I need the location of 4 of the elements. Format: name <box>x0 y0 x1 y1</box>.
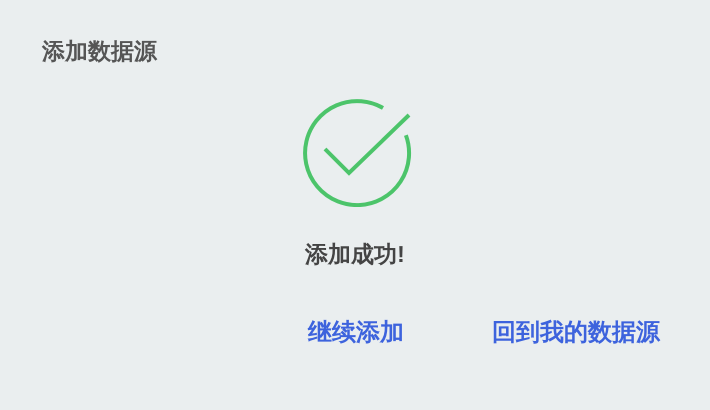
success-message: 添加成功! <box>305 240 405 268</box>
action-link[interactable]: 继续添加 <box>308 315 404 351</box>
page-title: 添加数据源 <box>42 38 157 64</box>
action-link[interactable]: 回到我的数据源 <box>492 315 660 351</box>
